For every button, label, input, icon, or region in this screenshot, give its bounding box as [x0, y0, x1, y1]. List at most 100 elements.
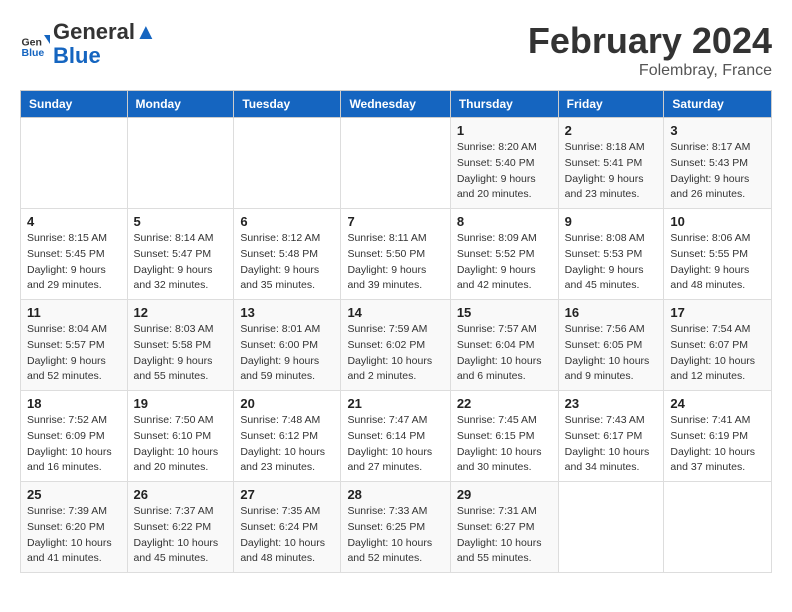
- column-header-monday: Monday: [127, 91, 234, 118]
- day-number: 14: [347, 305, 443, 320]
- day-number: 22: [457, 396, 552, 411]
- day-number: 7: [347, 214, 443, 229]
- day-number: 2: [565, 123, 658, 138]
- column-header-friday: Friday: [558, 91, 664, 118]
- day-number: 21: [347, 396, 443, 411]
- day-number: 17: [670, 305, 765, 320]
- calendar-cell: 9 Sunrise: 8:08 AM Sunset: 5:53 PM Daylig…: [558, 209, 664, 300]
- day-number: 18: [27, 396, 121, 411]
- day-info: Sunrise: 8:20 AM Sunset: 5:40 PM Dayligh…: [457, 140, 552, 203]
- day-info: Sunrise: 7:43 AM Sunset: 6:17 PM Dayligh…: [565, 413, 658, 476]
- day-info: Sunrise: 8:12 AM Sunset: 5:48 PM Dayligh…: [240, 231, 334, 294]
- day-info: Sunrise: 7:50 AM Sunset: 6:10 PM Dayligh…: [134, 413, 228, 476]
- day-info: Sunrise: 7:59 AM Sunset: 6:02 PM Dayligh…: [347, 322, 443, 385]
- calendar-cell: 25 Sunrise: 7:39 AM Sunset: 6:20 PM Dayli…: [21, 482, 128, 573]
- day-info: Sunrise: 7:41 AM Sunset: 6:19 PM Dayligh…: [670, 413, 765, 476]
- title-block: February 2024 Folembray, France: [528, 20, 772, 80]
- month-title: February 2024: [528, 20, 772, 62]
- day-info: Sunrise: 8:03 AM Sunset: 5:58 PM Dayligh…: [134, 322, 228, 385]
- calendar-cell: [127, 118, 234, 209]
- week-row-2: 4 Sunrise: 8:15 AM Sunset: 5:45 PM Daylig…: [21, 209, 772, 300]
- day-number: 8: [457, 214, 552, 229]
- day-info: Sunrise: 7:35 AM Sunset: 6:24 PM Dayligh…: [240, 504, 334, 567]
- calendar-cell: 27 Sunrise: 7:35 AM Sunset: 6:24 PM Dayli…: [234, 482, 341, 573]
- day-number: 16: [565, 305, 658, 320]
- calendar-cell: 6 Sunrise: 8:12 AM Sunset: 5:48 PM Daylig…: [234, 209, 341, 300]
- day-number: 6: [240, 214, 334, 229]
- day-number: 29: [457, 487, 552, 502]
- calendar-cell: 14 Sunrise: 7:59 AM Sunset: 6:02 PM Dayli…: [341, 300, 450, 391]
- day-number: 4: [27, 214, 121, 229]
- calendar-cell: [558, 482, 664, 573]
- column-header-saturday: Saturday: [664, 91, 772, 118]
- location: Folembray, France: [528, 62, 772, 80]
- column-header-sunday: Sunday: [21, 91, 128, 118]
- calendar-cell: 4 Sunrise: 8:15 AM Sunset: 5:45 PM Daylig…: [21, 209, 128, 300]
- day-number: 26: [134, 487, 228, 502]
- calendar-cell: 21 Sunrise: 7:47 AM Sunset: 6:14 PM Dayli…: [341, 391, 450, 482]
- calendar-cell: 2Sunrise: 8:18 AM Sunset: 5:41 PM Daylig…: [558, 118, 664, 209]
- svg-text:Blue: Blue: [22, 47, 45, 59]
- day-number: 12: [134, 305, 228, 320]
- day-info: Sunrise: 7:57 AM Sunset: 6:04 PM Dayligh…: [457, 322, 552, 385]
- calendar-cell: 20Sunrise: 7:48 AM Sunset: 6:12 PM Dayli…: [234, 391, 341, 482]
- calendar-cell: 19 Sunrise: 7:50 AM Sunset: 6:10 PM Dayli…: [127, 391, 234, 482]
- day-info: Sunrise: 7:52 AM Sunset: 6:09 PM Dayligh…: [27, 413, 121, 476]
- logo-text: General▲ Blue: [53, 20, 157, 68]
- day-info: Sunrise: 8:11 AM Sunset: 5:50 PM Dayligh…: [347, 231, 443, 294]
- day-number: 5: [134, 214, 228, 229]
- week-row-5: 25 Sunrise: 7:39 AM Sunset: 6:20 PM Dayli…: [21, 482, 772, 573]
- day-info: Sunrise: 8:14 AM Sunset: 5:47 PM Dayligh…: [134, 231, 228, 294]
- day-number: 9: [565, 214, 658, 229]
- day-info: Sunrise: 7:47 AM Sunset: 6:14 PM Dayligh…: [347, 413, 443, 476]
- calendar-cell: [664, 482, 772, 573]
- calendar-cell: 12 Sunrise: 8:03 AM Sunset: 5:58 PM Dayli…: [127, 300, 234, 391]
- calendar-cell: 8 Sunrise: 8:09 AM Sunset: 5:52 PM Daylig…: [450, 209, 558, 300]
- calendar-cell: 26 Sunrise: 7:37 AM Sunset: 6:22 PM Dayli…: [127, 482, 234, 573]
- calendar-table: SundayMondayTuesdayWednesdayThursdayFrid…: [20, 90, 772, 573]
- column-header-wednesday: Wednesday: [341, 91, 450, 118]
- calendar-cell: 10 Sunrise: 8:06 AM Sunset: 5:55 PM Dayli…: [664, 209, 772, 300]
- day-number: 1: [457, 123, 552, 138]
- calendar-cell: 24 Sunrise: 7:41 AM Sunset: 6:19 PM Dayli…: [664, 391, 772, 482]
- calendar-cell: 22 Sunrise: 7:45 AM Sunset: 6:15 PM Dayli…: [450, 391, 558, 482]
- day-info: Sunrise: 7:31 AM Sunset: 6:27 PM Dayligh…: [457, 504, 552, 567]
- day-info: Sunrise: 8:04 AM Sunset: 5:57 PM Dayligh…: [27, 322, 121, 385]
- header-row: SundayMondayTuesdayWednesdayThursdayFrid…: [21, 91, 772, 118]
- day-info: Sunrise: 7:39 AM Sunset: 6:20 PM Dayligh…: [27, 504, 121, 567]
- calendar-cell: 28 Sunrise: 7:33 AM Sunset: 6:25 PM Dayli…: [341, 482, 450, 573]
- day-info: Sunrise: 7:54 AM Sunset: 6:07 PM Dayligh…: [670, 322, 765, 385]
- day-info: Sunrise: 7:56 AM Sunset: 6:05 PM Dayligh…: [565, 322, 658, 385]
- calendar-cell: 11 Sunrise: 8:04 AM Sunset: 5:57 PM Dayli…: [21, 300, 128, 391]
- calendar-cell: [234, 118, 341, 209]
- calendar-cell: 15Sunrise: 7:57 AM Sunset: 6:04 PM Dayli…: [450, 300, 558, 391]
- calendar-cell: 7 Sunrise: 8:11 AM Sunset: 5:50 PM Daylig…: [341, 209, 450, 300]
- day-number: 19: [134, 396, 228, 411]
- day-number: 20: [240, 396, 334, 411]
- day-info: Sunrise: 8:17 AM Sunset: 5:43 PM Dayligh…: [670, 140, 765, 203]
- day-info: Sunrise: 7:37 AM Sunset: 6:22 PM Dayligh…: [134, 504, 228, 567]
- calendar-cell: 23Sunrise: 7:43 AM Sunset: 6:17 PM Dayli…: [558, 391, 664, 482]
- day-number: 25: [27, 487, 121, 502]
- day-number: 11: [27, 305, 121, 320]
- day-info: Sunrise: 7:33 AM Sunset: 6:25 PM Dayligh…: [347, 504, 443, 567]
- calendar-cell: 1 Sunrise: 8:20 AM Sunset: 5:40 PM Daylig…: [450, 118, 558, 209]
- page-header: Gen Blue General▲ Blue February 2024 Fol…: [20, 20, 772, 80]
- day-info: Sunrise: 8:08 AM Sunset: 5:53 PM Dayligh…: [565, 231, 658, 294]
- day-info: Sunrise: 7:45 AM Sunset: 6:15 PM Dayligh…: [457, 413, 552, 476]
- calendar-cell: [21, 118, 128, 209]
- day-info: Sunrise: 8:09 AM Sunset: 5:52 PM Dayligh…: [457, 231, 552, 294]
- day-number: 27: [240, 487, 334, 502]
- logo-icon: Gen Blue: [20, 29, 50, 59]
- day-number: 24: [670, 396, 765, 411]
- week-row-4: 18 Sunrise: 7:52 AM Sunset: 6:09 PM Dayli…: [21, 391, 772, 482]
- calendar-cell: 5 Sunrise: 8:14 AM Sunset: 5:47 PM Daylig…: [127, 209, 234, 300]
- logo: Gen Blue General▲ Blue: [20, 20, 157, 68]
- day-number: 28: [347, 487, 443, 502]
- day-info: Sunrise: 8:06 AM Sunset: 5:55 PM Dayligh…: [670, 231, 765, 294]
- day-info: Sunrise: 8:01 AM Sunset: 6:00 PM Dayligh…: [240, 322, 334, 385]
- calendar-cell: 17 Sunrise: 7:54 AM Sunset: 6:07 PM Dayli…: [664, 300, 772, 391]
- calendar-cell: 13Sunrise: 8:01 AM Sunset: 6:00 PM Dayli…: [234, 300, 341, 391]
- day-info: Sunrise: 8:15 AM Sunset: 5:45 PM Dayligh…: [27, 231, 121, 294]
- day-number: 10: [670, 214, 765, 229]
